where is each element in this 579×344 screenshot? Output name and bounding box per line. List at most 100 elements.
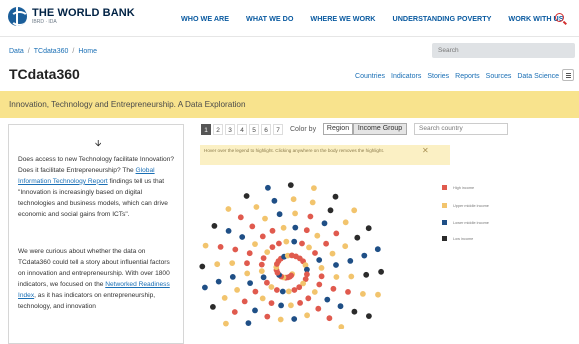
country-dot[interactable]: [312, 250, 318, 256]
country-dot[interactable]: [264, 279, 270, 286]
country-dot[interactable]: [378, 268, 384, 275]
country-dot[interactable]: [311, 185, 317, 191]
page-6-button[interactable]: 6: [261, 124, 271, 135]
country-dot[interactable]: [279, 288, 286, 295]
country-dot[interactable]: [366, 313, 372, 319]
page-7-button[interactable]: 7: [273, 124, 283, 135]
breadcrumb-data[interactable]: Data: [9, 48, 24, 55]
country-dot[interactable]: [333, 230, 340, 237]
country-dot[interactable]: [223, 320, 229, 327]
country-dot[interactable]: [258, 261, 265, 268]
country-dot[interactable]: [241, 298, 248, 305]
breadcrumb-home[interactable]: Home: [78, 48, 97, 55]
country-dot[interactable]: [202, 284, 208, 291]
country-dot[interactable]: [375, 291, 381, 298]
country-dot[interactable]: [210, 304, 216, 310]
country-dot[interactable]: [246, 250, 253, 257]
country-dot[interactable]: [260, 255, 267, 261]
country-dot[interactable]: [225, 228, 232, 234]
country-dot[interactable]: [244, 270, 251, 277]
page-5-button[interactable]: 5: [249, 124, 259, 135]
nav-where-we-work[interactable]: WHERE WE WORK: [310, 14, 375, 23]
country-dot[interactable]: [360, 291, 366, 297]
country-dot[interactable]: [258, 268, 265, 274]
country-dot[interactable]: [348, 273, 355, 280]
search-icon[interactable]: [555, 13, 564, 22]
country-dot[interactable]: [292, 210, 298, 217]
country-dot[interactable]: [215, 278, 222, 285]
nav-what-we-do[interactable]: WHAT WE DO: [246, 14, 293, 23]
country-dot[interactable]: [345, 289, 351, 295]
country-dot[interactable]: [252, 288, 259, 295]
country-dot[interactable]: [365, 225, 372, 232]
site-nav-countries[interactable]: Countries: [355, 73, 385, 80]
country-dot[interactable]: [271, 197, 278, 204]
country-dot[interactable]: [229, 260, 236, 266]
country-dot[interactable]: [247, 280, 253, 286]
country-dot[interactable]: [318, 265, 325, 271]
country-dot[interactable]: [323, 240, 329, 247]
country-dot[interactable]: [287, 182, 294, 188]
country-dot[interactable]: [316, 257, 323, 263]
country-dot[interactable]: [265, 184, 271, 191]
site-nav-reports[interactable]: Reports: [455, 73, 480, 80]
country-dot[interactable]: [333, 274, 340, 280]
country-dot[interactable]: [332, 193, 339, 200]
country-dot[interactable]: [330, 285, 337, 292]
country-search-input[interactable]: Search country: [414, 123, 508, 135]
country-dot[interactable]: [324, 296, 331, 303]
country-dot[interactable]: [245, 320, 252, 326]
country-dot[interactable]: [221, 295, 228, 301]
country-dot[interactable]: [253, 204, 260, 210]
country-dot[interactable]: [374, 246, 381, 253]
country-dot[interactable]: [342, 243, 349, 250]
legend-item-upper-middle[interactable]: Upper middle income: [442, 203, 489, 208]
country-dot[interactable]: [252, 307, 258, 314]
country-dot[interactable]: [264, 249, 271, 255]
country-dot[interactable]: [354, 234, 361, 241]
country-dot[interactable]: [327, 207, 334, 214]
country-dot[interactable]: [268, 300, 275, 306]
country-dot[interactable]: [326, 315, 333, 322]
country-dot[interactable]: [264, 313, 271, 320]
page-3-button[interactable]: 3: [225, 124, 235, 135]
country-dot[interactable]: [306, 244, 312, 251]
country-dot[interactable]: [229, 274, 236, 280]
country-dot[interactable]: [318, 273, 325, 280]
country-dot[interactable]: [237, 214, 244, 221]
country-dot[interactable]: [232, 246, 239, 253]
country-dot[interactable]: [260, 274, 267, 281]
country-dot[interactable]: [276, 240, 282, 247]
region-button[interactable]: Region: [323, 123, 353, 135]
site-nav-sources[interactable]: Sources: [486, 73, 512, 80]
legend-item-high-income[interactable]: High income: [442, 185, 474, 190]
country-dot[interactable]: [217, 244, 224, 250]
country-dot[interactable]: [268, 284, 275, 290]
country-dot[interactable]: [239, 234, 246, 240]
country-dot[interactable]: [262, 215, 268, 222]
country-dot[interactable]: [277, 316, 284, 323]
country-dot[interactable]: [299, 240, 305, 247]
country-dot[interactable]: [309, 199, 316, 206]
country-dot[interactable]: [307, 213, 314, 220]
country-dot[interactable]: [290, 196, 297, 203]
country-dot[interactable]: [259, 295, 266, 302]
nav-understanding-poverty[interactable]: UNDERSTANDING POVERTY: [393, 14, 492, 23]
income-group-button[interactable]: Income Group: [353, 123, 407, 135]
country-dot[interactable]: [321, 220, 328, 227]
country-dot[interactable]: [303, 227, 310, 234]
country-dot[interactable]: [291, 238, 298, 245]
country-dot[interactable]: [283, 238, 290, 245]
country-dot[interactable]: [347, 258, 354, 264]
legend-item-low-income[interactable]: Low income: [442, 236, 473, 241]
country-dot[interactable]: [316, 281, 323, 288]
country-dot[interactable]: [214, 261, 221, 268]
country-dot[interactable]: [211, 223, 218, 229]
country-dot[interactable]: [280, 224, 287, 231]
country-dot[interactable]: [292, 224, 299, 231]
country-dot[interactable]: [311, 289, 318, 295]
country-dot[interactable]: [363, 271, 370, 278]
country-dot[interactable]: [361, 252, 368, 259]
country-dot[interactable]: [276, 211, 283, 218]
country-dot[interactable]: [304, 312, 310, 319]
